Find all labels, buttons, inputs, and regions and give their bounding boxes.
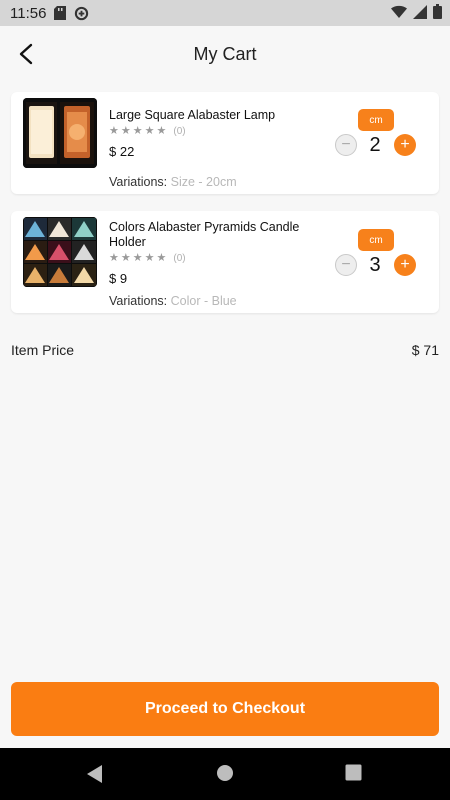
variation-label: Variations: bbox=[109, 175, 168, 189]
product-image bbox=[23, 217, 97, 287]
arrow-back-icon[interactable] bbox=[12, 40, 40, 68]
quantity-value: 3 bbox=[369, 254, 381, 276]
star-icon: ★ bbox=[109, 125, 119, 137]
proceed-to-checkout-button[interactable]: Proceed to Checkout bbox=[11, 682, 439, 736]
status-icons bbox=[391, 4, 442, 23]
increase-quantity-button[interactable]: + bbox=[394, 134, 416, 156]
increase-quantity-button[interactable]: + bbox=[394, 254, 416, 276]
status-time: 11:56 bbox=[10, 4, 47, 22]
product-price: $ 22 bbox=[109, 144, 135, 159]
variation-row: Variations: Color - Blue bbox=[109, 294, 237, 308]
star-icon: ★ bbox=[120, 252, 131, 264]
star-rating: ★ ★ ★ ★ ★ (0) bbox=[109, 252, 186, 265]
item-price-row: Item Price $ 71 bbox=[11, 342, 439, 358]
battery-icon bbox=[433, 4, 442, 23]
rating-count: (0) bbox=[173, 253, 186, 264]
unit-badge: cm bbox=[358, 109, 394, 131]
page-title: My Cart bbox=[193, 43, 257, 64]
app-bar: My Cart bbox=[0, 26, 450, 82]
variation-row: Variations: Size - 20cm bbox=[109, 175, 237, 189]
product-name[interactable]: Colors Alabaster Pyramids Candle Holder bbox=[109, 220, 324, 250]
product-name[interactable]: Large Square Alabaster Lamp bbox=[109, 108, 324, 123]
navigation-bar bbox=[0, 748, 450, 800]
star-icon: ★ bbox=[144, 252, 155, 264]
product-price: $ 9 bbox=[109, 271, 128, 286]
star-icon: ★ bbox=[109, 252, 119, 264]
star-icon: ★ bbox=[132, 252, 143, 264]
star-icon: ★ bbox=[144, 125, 155, 137]
variation-label: Variations: bbox=[109, 294, 168, 308]
cart-item: Large Square Alabaster Lamp ★ ★ ★ ★ ★ (0… bbox=[11, 92, 439, 194]
star-icon: ★ bbox=[156, 125, 167, 137]
star-icon: ★ bbox=[132, 125, 143, 137]
star-icon: ★ bbox=[120, 125, 131, 137]
wifi-icon bbox=[391, 5, 407, 23]
decrease-quantity-button[interactable]: − bbox=[335, 134, 357, 156]
quantity-value: 2 bbox=[369, 134, 381, 156]
status-bar: 11:56 bbox=[0, 0, 450, 26]
variation-value: Size - 20cm bbox=[170, 175, 237, 189]
star-icon: ★ bbox=[156, 252, 167, 264]
nav-home-icon[interactable] bbox=[216, 764, 236, 784]
rating-count: (0) bbox=[173, 126, 186, 137]
cell-signal-icon bbox=[413, 4, 427, 23]
data-saver-icon bbox=[74, 6, 89, 21]
decrease-quantity-button[interactable]: − bbox=[335, 254, 357, 276]
sd-card-icon bbox=[54, 6, 67, 20]
variation-value: Color - Blue bbox=[170, 294, 237, 308]
nav-recents-icon[interactable] bbox=[345, 764, 365, 784]
cart-item: Colors Alabaster Pyramids Candle Holder … bbox=[11, 211, 439, 313]
unit-badge: cm bbox=[358, 229, 394, 251]
product-image bbox=[23, 98, 97, 168]
item-price-label: Item Price bbox=[11, 342, 75, 358]
nav-back-icon[interactable] bbox=[86, 764, 106, 784]
star-rating: ★ ★ ★ ★ ★ (0) bbox=[109, 125, 186, 138]
item-price-value: $ 71 bbox=[411, 342, 439, 358]
